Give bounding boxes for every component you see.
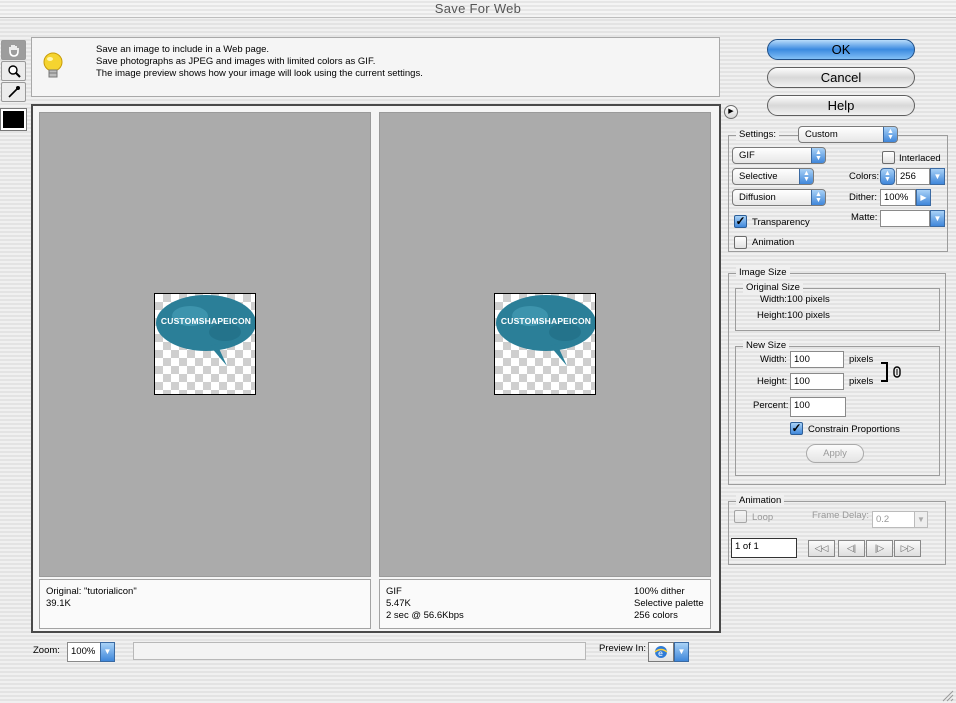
- optimized-download-time: 2 sec @ 56.6Kbps: [386, 610, 464, 621]
- frame-delay-dropdown-icon[interactable]: ▼: [914, 511, 928, 528]
- next-frame-button[interactable]: |▷: [866, 540, 893, 557]
- dither-field[interactable]: 100%: [880, 189, 916, 206]
- optimized-preview-pane[interactable]: CUSTOMSHAPEICON: [379, 112, 711, 577]
- select-arrows-icon: ▲ ▼: [883, 127, 897, 142]
- previous-frame-button[interactable]: ◁|: [838, 540, 865, 557]
- browser-icon[interactable]: e: [648, 642, 674, 662]
- colors-label: Colors:: [849, 171, 880, 182]
- select-arrows-icon: ▲ ▼: [799, 169, 813, 184]
- dither-algorithm-value: Diffusion: [739, 192, 776, 203]
- zoom-label: Zoom:: [33, 645, 60, 656]
- new-width-field[interactable]: 100: [790, 351, 844, 368]
- optimized-dither: 100% dither: [634, 586, 685, 597]
- preview-frame: CUSTOMSHAPEICON CUSTOMSHAPEICON Original…: [31, 104, 721, 633]
- optimize-menu-arrow-icon[interactable]: ▶: [724, 105, 738, 119]
- preview-in-label: Preview In:: [599, 643, 646, 654]
- original-info-pane: Original: "tutorialicon" 39.1K: [39, 579, 371, 629]
- constrain-proportions-label: Constrain Proportions: [808, 424, 900, 435]
- settings-preset-select[interactable]: Custom ▲ ▼: [798, 126, 898, 143]
- percent-field[interactable]: 100: [790, 397, 846, 417]
- frame-delay-label: Frame Delay:: [812, 510, 870, 521]
- info-panel: Save an image to include in a Web page. …: [31, 37, 720, 97]
- loop-label: Loop: [752, 512, 774, 523]
- frame-delay-field[interactable]: 0.2: [872, 511, 916, 528]
- matte-field[interactable]: [880, 210, 930, 227]
- new-height-field[interactable]: 100: [790, 373, 844, 390]
- original-height: Height:100 pixels: [757, 310, 830, 321]
- animation-checkbox[interactable]: [734, 236, 747, 249]
- transparency-label: Transparency: [752, 217, 810, 228]
- settings-preset-value: Custom: [805, 129, 838, 140]
- dither-slider-arrow-icon[interactable]: ▶: [916, 189, 931, 206]
- chain-link-icon: [893, 366, 901, 381]
- window-title: Save For Web: [434, 1, 522, 16]
- select-arrows-icon: ▲ ▼: [811, 148, 825, 163]
- image-size-title: Image Size: [736, 267, 790, 278]
- browser-dropdown-arrow-icon[interactable]: ▼: [674, 642, 689, 662]
- hand-tool-icon[interactable]: [1, 40, 26, 60]
- thumbnail-text: CUSTOMSHAPEICON: [160, 316, 252, 326]
- zoom-field[interactable]: 100%: [67, 642, 101, 662]
- optimized-palette: Selective palette: [634, 598, 704, 609]
- loop-checkbox[interactable]: [734, 510, 747, 523]
- zoom-dropdown-arrow-icon[interactable]: ▼: [100, 642, 115, 662]
- optimized-size: 5.47K: [386, 598, 411, 609]
- last-frame-button[interactable]: ▷▷: [894, 540, 921, 557]
- new-height-label: Height:: [757, 376, 788, 387]
- width-unit-label: pixels: [849, 354, 874, 365]
- thumbnail-text: CUSTOMSHAPEICON: [500, 316, 592, 326]
- original-name: Original: "tutorialicon": [46, 586, 137, 597]
- original-size-title: Original Size: [743, 282, 803, 293]
- eyedropper-tool-icon[interactable]: [1, 82, 26, 102]
- apply-button[interactable]: Apply: [806, 444, 864, 463]
- original-preview-pane[interactable]: CUSTOMSHAPEICON: [39, 112, 371, 577]
- first-frame-button[interactable]: ◁◁: [808, 540, 835, 557]
- svg-text:e: e: [658, 649, 663, 658]
- status-field: [133, 642, 586, 660]
- animation-label: Animation: [752, 237, 795, 248]
- original-width: Width:100 pixels: [760, 294, 830, 305]
- optimized-info-pane: GIF 5.47K 2 sec @ 56.6Kbps 100% dither S…: [379, 579, 711, 629]
- ok-button[interactable]: OK: [767, 39, 915, 60]
- format-value: GIF: [739, 150, 755, 161]
- animation-title: Animation: [736, 495, 785, 506]
- new-width-label: Width:: [760, 354, 787, 365]
- matte-label: Matte:: [851, 212, 878, 223]
- interlaced-checkbox[interactable]: [882, 151, 895, 164]
- colors-stepper-icon[interactable]: ▲ ▼: [880, 168, 895, 185]
- resize-grip-icon[interactable]: [940, 688, 954, 702]
- transparency-checkbox[interactable]: ✓: [734, 215, 747, 228]
- color-reduction-select[interactable]: Selective ▲ ▼: [732, 168, 814, 185]
- constrain-bracket: [881, 362, 888, 382]
- percent-label: Percent:: [753, 400, 789, 411]
- select-arrows-icon: ▲ ▼: [811, 190, 825, 205]
- original-size: 39.1K: [46, 598, 71, 609]
- colors-field[interactable]: 256: [896, 168, 930, 185]
- format-select[interactable]: GIF ▲ ▼: [732, 147, 826, 164]
- info-line: Save an image to include in a Web page.: [96, 44, 270, 55]
- cancel-button[interactable]: Cancel: [767, 67, 915, 88]
- colors-dropdown-arrow-icon[interactable]: ▼: [930, 168, 945, 185]
- zoom-tool-icon[interactable]: [1, 61, 26, 81]
- lightbulb-icon: [42, 52, 64, 85]
- optimized-thumbnail: CUSTOMSHAPEICON: [494, 293, 596, 395]
- dither-label: Dither:: [849, 192, 877, 203]
- info-line: The image preview shows how your image w…: [96, 68, 423, 79]
- help-button[interactable]: Help: [767, 95, 915, 116]
- interlaced-label: Interlaced: [899, 153, 941, 164]
- matte-dropdown-arrow-icon[interactable]: ▼: [930, 210, 945, 227]
- info-line: Save photographs as JPEG and images with…: [96, 56, 376, 67]
- dither-algorithm-select[interactable]: Diffusion ▲ ▼: [732, 189, 826, 206]
- color-reduction-value: Selective: [739, 171, 778, 182]
- new-size-title: New Size: [743, 340, 790, 351]
- eyedropper-color-swatch[interactable]: [0, 108, 27, 131]
- settings-label: Settings:: [736, 129, 779, 140]
- optimized-format: GIF: [386, 586, 402, 597]
- optimized-colors: 256 colors: [634, 610, 678, 621]
- original-thumbnail: CUSTOMSHAPEICON: [154, 293, 256, 395]
- height-unit-label: pixels: [849, 376, 874, 387]
- constrain-proportions-checkbox[interactable]: ✓: [790, 422, 803, 435]
- frame-counter: 1 of 1: [731, 538, 797, 558]
